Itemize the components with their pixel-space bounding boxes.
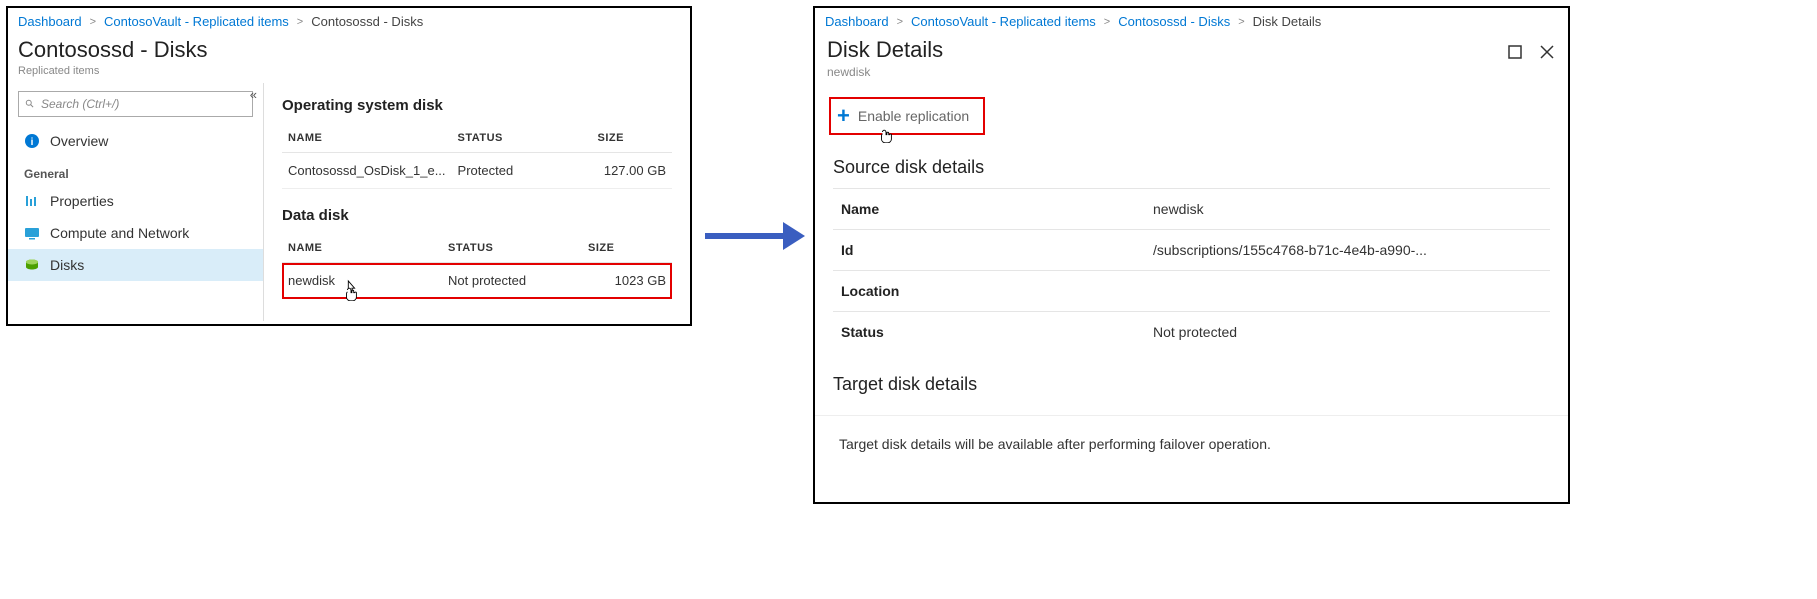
restore-icon[interactable]: [1506, 43, 1524, 61]
kv-row-status: Status Not protected: [833, 311, 1550, 352]
chevron-right-icon: >: [90, 16, 96, 28]
cell-status: Protected: [452, 153, 592, 189]
kv-row-name: Name newdisk: [833, 188, 1550, 229]
cell-name: newdisk: [282, 263, 442, 299]
target-disk-section: Target disk details: [815, 352, 1568, 405]
properties-icon: [24, 193, 40, 209]
enable-replication-label: Enable replication: [858, 108, 969, 124]
bc-dashboard[interactable]: Dashboard: [18, 14, 82, 29]
page-title: Contosossd - Disks: [18, 37, 680, 63]
target-disk-note: Target disk details will be available af…: [815, 415, 1568, 472]
compute-icon: [24, 225, 40, 241]
os-disk-section-title: Operating system disk: [282, 97, 672, 114]
kv-row-location: Location: [833, 270, 1550, 311]
kv-value: /subscriptions/155c4768-b71c-4e4b-a990-.…: [1153, 242, 1550, 258]
kv-key: Location: [833, 283, 1153, 299]
data-disk-table: NAME STATUS SIZE newdisk Not protected 1…: [282, 234, 672, 299]
flow-arrow-icon: [705, 222, 805, 250]
sidebar-item-label: Compute and Network: [50, 225, 189, 241]
page-title: Disk Details: [827, 37, 1506, 63]
search-placeholder: Search (Ctrl+/): [41, 97, 119, 111]
breadcrumb-right: Dashboard > ContosoVault - Replicated it…: [815, 8, 1568, 35]
kv-key: Status: [833, 324, 1153, 340]
sidebar-item-overview[interactable]: i Overview: [8, 125, 263, 157]
os-disk-table: NAME STATUS SIZE Contosossd_OsDisk_1_e..…: [282, 124, 672, 189]
page-subtitle: Replicated items: [18, 65, 680, 77]
chevron-right-icon: >: [1238, 16, 1244, 28]
col-status-header: STATUS: [442, 234, 582, 263]
bc-vault[interactable]: ContosoVault - Replicated items: [911, 14, 1096, 29]
chevron-right-icon: >: [297, 16, 303, 28]
info-icon: i: [24, 133, 40, 149]
search-input[interactable]: Search (Ctrl+/): [18, 91, 253, 117]
col-status-header: STATUS: [452, 124, 592, 153]
blade-header: Contosossd - Disks Replicated items: [8, 35, 690, 83]
cell-name: Contosossd_OsDisk_1_e...: [282, 153, 452, 189]
sidebar-item-disks[interactable]: Disks: [8, 249, 263, 281]
sidebar-section-general: General: [8, 157, 263, 185]
kv-value: newdisk: [1153, 201, 1550, 217]
kv-row-id: Id /subscriptions/155c4768-b71c-4e4b-a99…: [833, 229, 1550, 270]
kv-value: Not protected: [1153, 324, 1550, 340]
sidebar-item-label: Properties: [50, 193, 114, 209]
chevron-right-icon: >: [1104, 16, 1110, 28]
cell-size: 1023 GB: [582, 263, 672, 299]
enable-replication-button[interactable]: + Enable replication: [829, 97, 985, 135]
col-size-header: SIZE: [582, 234, 672, 263]
svg-text:i: i: [31, 137, 34, 148]
collapse-icon[interactable]: «: [250, 87, 257, 102]
kv-value: [1153, 283, 1550, 299]
col-size-header: SIZE: [592, 124, 672, 153]
kv-key: Id: [833, 242, 1153, 258]
disks-icon: [24, 257, 40, 273]
source-disk-section: Source disk details: [815, 135, 1568, 188]
sidebar-item-label: Overview: [50, 133, 108, 149]
sidebar-item-label: Disks: [50, 257, 84, 273]
sidebar: « Search (Ctrl+/) i Overview General: [8, 83, 264, 321]
bc-current: Contosossd - Disks: [311, 14, 423, 29]
page-subtitle: newdisk: [827, 65, 1506, 79]
plus-icon: +: [837, 105, 850, 127]
col-name-header: NAME: [282, 234, 442, 263]
table-row[interactable]: Contosossd_OsDisk_1_e... Protected 127.0…: [282, 153, 672, 189]
data-disk-section-title: Data disk: [282, 207, 672, 224]
breadcrumb-left: Dashboard > ContosoVault - Replicated it…: [8, 8, 690, 35]
cell-size: 127.00 GB: [592, 153, 672, 189]
kv-key: Name: [833, 201, 1153, 217]
cell-status: Not protected: [442, 263, 582, 299]
close-icon[interactable]: [1538, 43, 1556, 61]
search-icon: [25, 96, 41, 112]
col-name-header: NAME: [282, 124, 452, 153]
table-row-newdisk[interactable]: newdisk Not protected 1023 GB: [282, 263, 672, 299]
bc-disks[interactable]: Contosossd - Disks: [1118, 14, 1230, 29]
sidebar-item-properties[interactable]: Properties: [8, 185, 263, 217]
bc-dashboard[interactable]: Dashboard: [825, 14, 889, 29]
sidebar-item-compute[interactable]: Compute and Network: [8, 217, 263, 249]
chevron-right-icon: >: [897, 16, 903, 28]
main-content: Operating system disk NAME STATUS SIZE C…: [264, 83, 690, 321]
disks-blade: Dashboard > ContosoVault - Replicated it…: [6, 6, 692, 326]
disk-details-blade: Dashboard > ContosoVault - Replicated it…: [813, 6, 1570, 504]
bc-vault[interactable]: ContosoVault - Replicated items: [104, 14, 289, 29]
bc-current: Disk Details: [1253, 14, 1322, 29]
